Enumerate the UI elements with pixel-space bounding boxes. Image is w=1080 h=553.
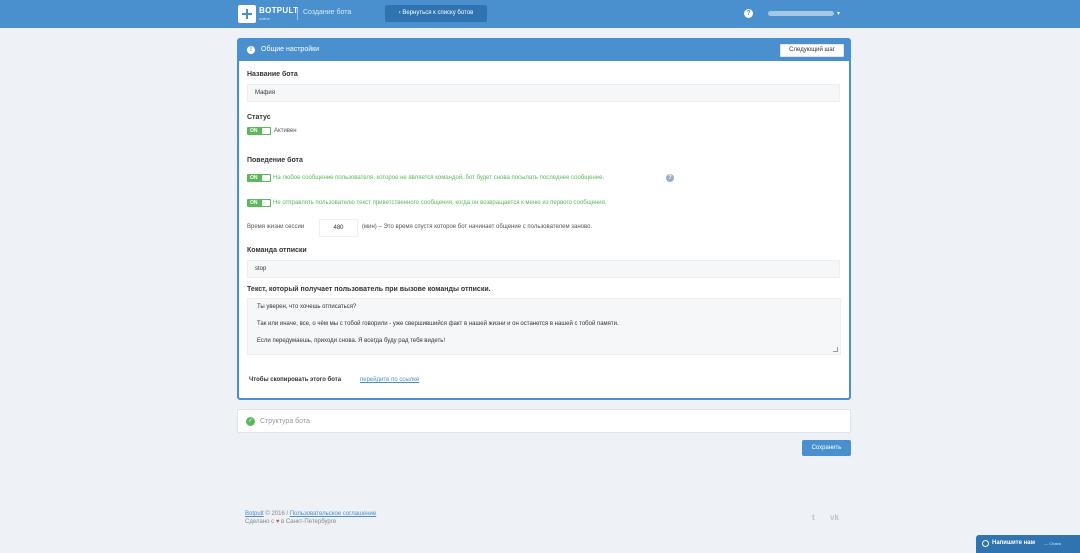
panel-title: Общие настройки bbox=[261, 46, 320, 53]
vk-icon[interactable]: vk bbox=[830, 513, 839, 522]
footer-brand-link[interactable]: Botpult bbox=[245, 511, 264, 517]
footer-made-suffix: в Санкт-Петербурге bbox=[281, 519, 337, 525]
copy-bot-label: Чтобы скопировать этого бота bbox=[249, 377, 342, 383]
check-icon: ✓ bbox=[246, 417, 255, 426]
user-agreement-link[interactable]: Пользовательское соглашение bbox=[290, 511, 376, 517]
divider bbox=[297, 8, 298, 20]
status-toggle[interactable]: ON bbox=[247, 127, 271, 135]
footer-year: © 2016 / bbox=[265, 511, 289, 517]
user-menu[interactable] bbox=[768, 11, 834, 16]
twitter-icon[interactable]: t bbox=[812, 513, 815, 522]
textarea-line: Так или иначе, все, о чём мы с тобой гов… bbox=[257, 321, 619, 327]
footer-made-prefix: Сделано с bbox=[245, 519, 275, 525]
chat-icon bbox=[982, 540, 989, 547]
textarea-line: Если передумаешь, приходи снова. Я всегд… bbox=[257, 338, 446, 344]
top-navbar: BOTPULT online Создание бота ‹ Вернуться… bbox=[0, 0, 1080, 28]
textarea-line: Ты уверен, что хочешь отписаться? bbox=[257, 304, 357, 310]
help-icon[interactable]: ? bbox=[744, 9, 753, 18]
page-title: Создание бота bbox=[303, 9, 352, 16]
session-hint: (мин) – Это время спустя которое бот нач… bbox=[362, 224, 593, 230]
bot-name-label: Название бота bbox=[247, 71, 298, 78]
heart-icon: ♥ bbox=[275, 519, 280, 525]
chat-provider: — Chatra bbox=[1044, 541, 1062, 546]
behavior-option-1: На любое сообщение пользователя, которое… bbox=[273, 175, 605, 181]
logo-icon[interactable] bbox=[238, 5, 256, 23]
logo-name[interactable]: BOTPULT bbox=[259, 6, 298, 15]
unsubscribe-text-label: Текст, который получает пользователь при… bbox=[247, 286, 491, 293]
chat-widget-button[interactable]: Напишите нам — Chatra bbox=[976, 535, 1080, 553]
panel-header[interactable]: ! Общие настройки Следующий шаг bbox=[239, 40, 849, 61]
save-button[interactable]: Сохранить bbox=[802, 440, 851, 456]
panel-title: Структура бота bbox=[260, 418, 310, 425]
copy-bot-link[interactable]: перейдите по ссылке bbox=[360, 377, 419, 383]
status-label: Статус bbox=[247, 114, 271, 121]
footer-made-in: Сделано с ♥ в Санкт-Петербурге bbox=[245, 519, 336, 525]
session-input[interactable]: 480 bbox=[319, 219, 358, 237]
logo-subtitle: online bbox=[259, 16, 270, 21]
behavior-option-2: Не отправлять пользователю текст приветс… bbox=[273, 200, 607, 206]
next-step-button[interactable]: Следующий шаг bbox=[780, 44, 844, 57]
bot-name-input[interactable]: Мафия bbox=[247, 84, 840, 102]
resize-handle[interactable] bbox=[833, 347, 838, 352]
unsubscribe-command-input[interactable]: stop bbox=[247, 260, 840, 278]
footer-line: Botpult © 2016 / Пользовательское соглаш… bbox=[245, 511, 376, 517]
chevron-down-icon[interactable]: ▾ bbox=[837, 10, 840, 17]
session-label: Время жизни сессии bbox=[247, 224, 305, 230]
bot-structure-panel[interactable]: ✓ Структура бота bbox=[237, 409, 851, 433]
chat-label: Напишите нам bbox=[992, 540, 1036, 546]
back-to-bots-button[interactable]: ‹ Вернуться к списку ботов bbox=[385, 5, 487, 22]
info-icon[interactable]: ? bbox=[666, 174, 674, 182]
status-text: Активен bbox=[274, 128, 297, 134]
info-icon: ! bbox=[247, 46, 255, 54]
behavior-label: Поведение бота bbox=[247, 157, 303, 164]
behavior-toggle-2[interactable]: ON bbox=[247, 199, 271, 207]
unsubscribe-command-label: Команда отписки bbox=[247, 247, 307, 254]
unsubscribe-text-area[interactable]: Ты уверен, что хочешь отписаться? Так ил… bbox=[247, 298, 841, 355]
behavior-toggle-1[interactable]: ON bbox=[247, 174, 271, 182]
